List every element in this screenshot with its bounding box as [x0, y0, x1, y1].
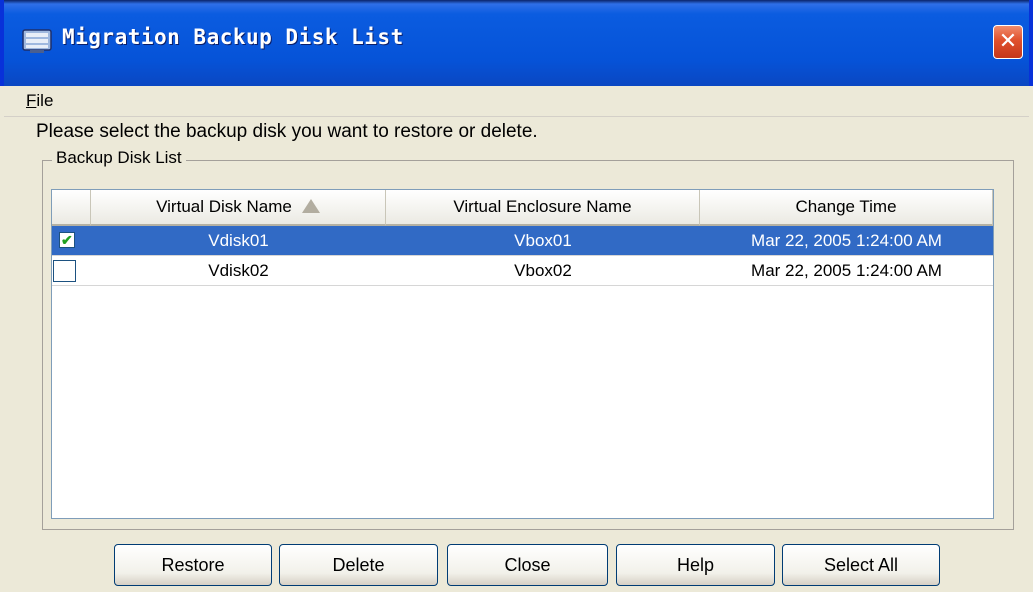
menu-file[interactable]: File — [26, 91, 53, 111]
close-icon: ✕ — [998, 29, 1018, 54]
disk-list-icon — [22, 29, 52, 53]
select-all-button[interactable]: Select All — [782, 544, 940, 586]
row-checkbox[interactable]: ✔ — [59, 232, 75, 248]
table-row[interactable]: Vdisk02 Vbox02 Mar 22, 2005 1:24:00 AM — [52, 256, 993, 286]
header-virtual-enclosure-name[interactable]: Virtual Enclosure Name — [386, 190, 700, 226]
menu-file-mnemonic: F — [26, 91, 37, 110]
cell-enclosure-name: Vbox02 — [514, 261, 572, 280]
header-virtual-enclosure-name-label: Virtual Enclosure Name — [453, 197, 632, 216]
help-button[interactable]: Help — [616, 544, 775, 586]
restore-button[interactable]: Restore — [114, 544, 272, 586]
group-title: Backup Disk List — [52, 148, 186, 168]
instruction-text: Please select the backup disk you want t… — [36, 121, 538, 142]
delete-button[interactable]: Delete — [279, 544, 438, 586]
menu-file-label: ile — [36, 91, 54, 110]
window-title: Migration Backup Disk List — [62, 25, 404, 49]
table-row[interactable]: ✔ Vdisk01 Vbox01 Mar 22, 2005 1:24:00 AM — [52, 226, 993, 256]
header-virtual-disk-name[interactable]: Virtual Disk Name — [91, 190, 386, 226]
cell-change-time: Mar 22, 2005 1:24:00 AM — [751, 231, 942, 250]
sort-ascending-icon — [301, 198, 320, 213]
header-change-time[interactable]: Change Time — [700, 190, 993, 226]
checkmark-icon: ✔ — [61, 232, 73, 248]
backup-disk-table[interactable]: Virtual Disk Name Virtual Enclosure Name… — [51, 189, 994, 519]
row-checkbox[interactable] — [53, 260, 76, 282]
menu-bar: File — [4, 86, 1029, 117]
migration-backup-disk-list-window: Migration Backup Disk List ✕ File Please… — [0, 0, 1033, 592]
header-virtual-disk-name-label: Virtual Disk Name — [156, 197, 292, 216]
close-button[interactable]: Close — [447, 544, 608, 586]
cell-disk-name: Vdisk02 — [208, 261, 269, 280]
title-bar[interactable]: Migration Backup Disk List ✕ — [0, 0, 1033, 86]
cell-enclosure-name: Vbox01 — [514, 231, 572, 250]
close-window-button[interactable]: ✕ — [993, 25, 1023, 59]
header-checkbox-column[interactable] — [52, 190, 91, 226]
cell-change-time: Mar 22, 2005 1:24:00 AM — [751, 261, 942, 280]
header-change-time-label: Change Time — [795, 197, 897, 216]
cell-disk-name: Vdisk01 — [208, 231, 269, 250]
